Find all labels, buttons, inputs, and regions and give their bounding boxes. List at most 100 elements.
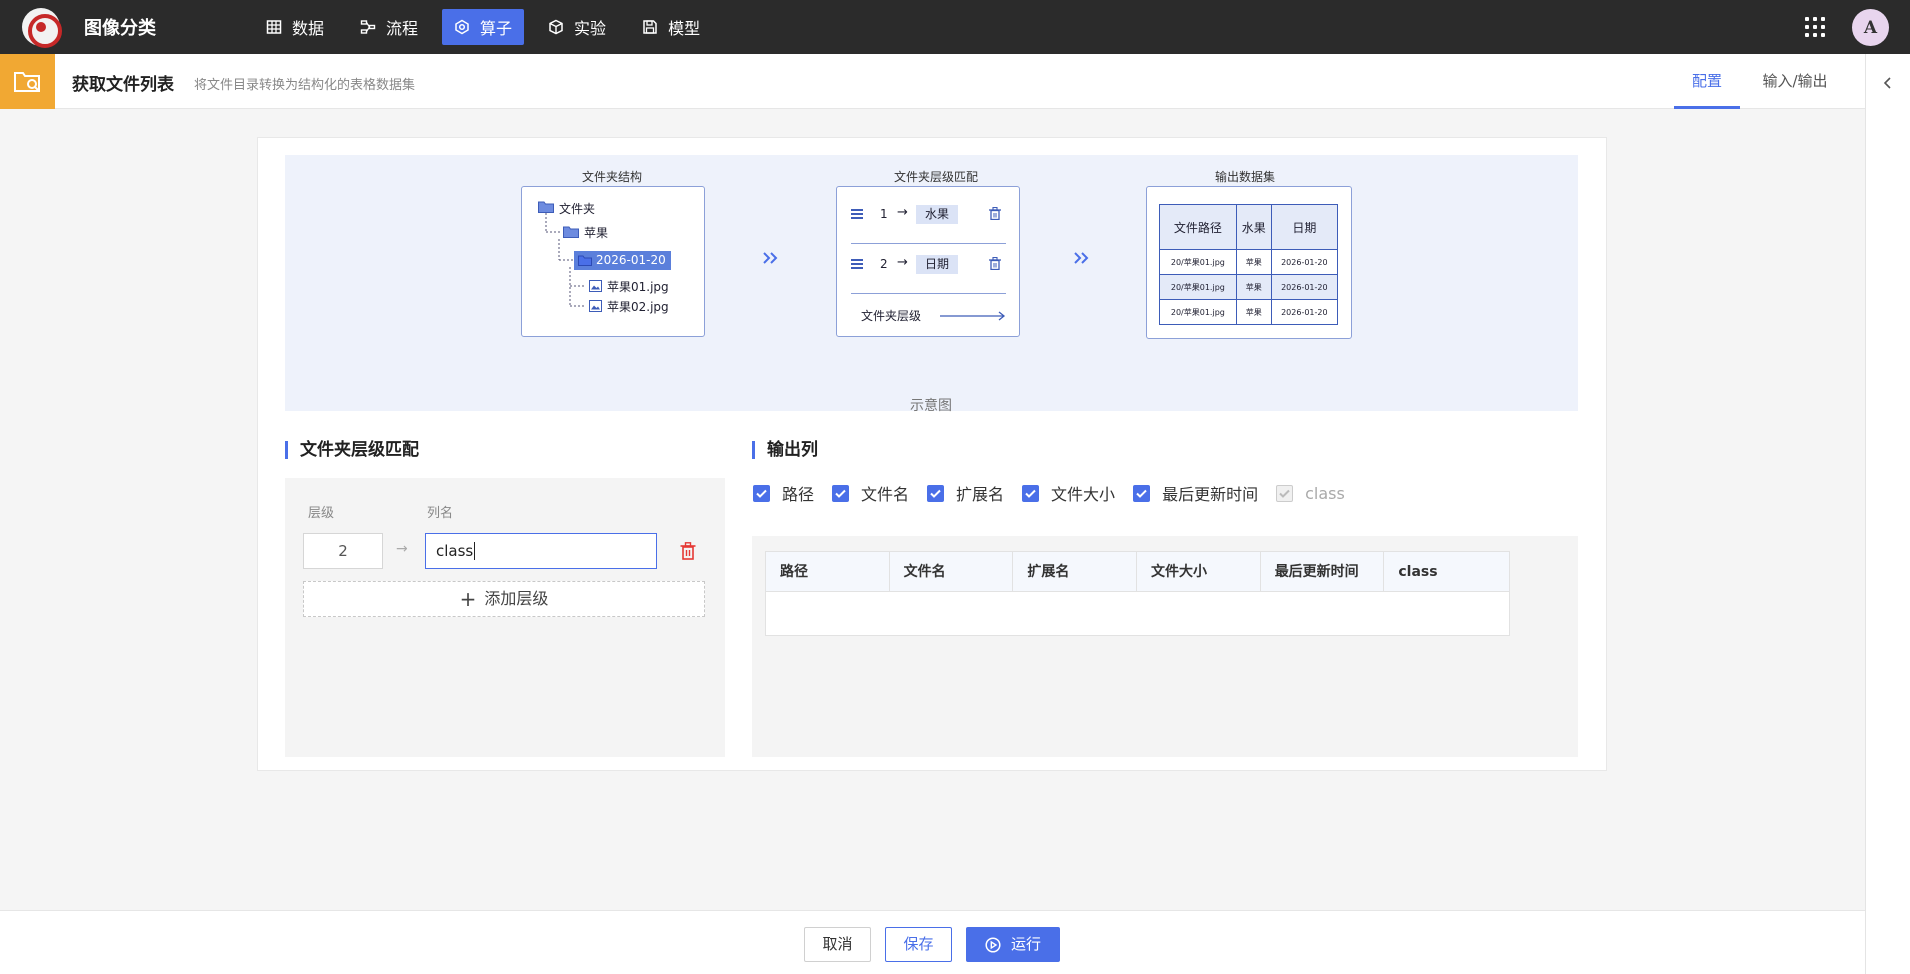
checkbox-label: 文件大小 <box>1051 485 1116 504</box>
level-panel <box>285 478 725 757</box>
plus-icon: + <box>459 587 477 611</box>
long-arrow-icon <box>940 311 1006 321</box>
image-file-icon <box>589 280 602 292</box>
avatar[interactable]: A <box>1852 9 1889 46</box>
add-level-button[interactable]: + 添加层级 <box>303 581 705 617</box>
checkbox-check-icon <box>1133 484 1151 502</box>
checkbox-filename[interactable]: 文件名 <box>832 481 909 505</box>
preview-cell: 苹果 <box>1235 274 1272 300</box>
run-button[interactable]: 运行 <box>966 927 1060 962</box>
checkbox-label: 文件名 <box>861 485 910 504</box>
preview-cell: 20/苹果01.jpg <box>1159 249 1237 275</box>
nav-item-operator[interactable]: 算子 <box>442 9 525 45</box>
apps-grid-icon[interactable] <box>1805 17 1825 37</box>
preview-cell: 2026-01-20 <box>1270 274 1339 300</box>
trash-icon <box>989 207 1001 220</box>
arrow-right-icon: → <box>897 255 908 270</box>
arrow-right-icon: → <box>897 205 908 220</box>
folder-sub-label: 苹果 <box>584 226 609 240</box>
table-header-cell: 扩展名 <box>1013 552 1138 591</box>
right-collapse-rail <box>1865 54 1910 974</box>
checkbox-label: 扩展名 <box>956 485 1005 504</box>
preview-cell: 苹果 <box>1235 249 1272 275</box>
nav-item-model[interactable]: 模型 <box>630 9 712 45</box>
checkbox-check-icon <box>1276 484 1294 502</box>
folder-icon <box>563 226 579 238</box>
page-title: 获取文件列表 <box>72 75 174 95</box>
folder-root-label: 文件夹 <box>559 202 596 216</box>
flow-icon <box>360 20 376 34</box>
illustration-caption: 示意图 <box>910 398 952 414</box>
app-logo <box>22 8 62 48</box>
nav-item-flow[interactable]: 流程 <box>348 9 430 45</box>
app-title: 图像分类 <box>84 18 156 39</box>
save-button[interactable]: 保存 <box>885 927 952 962</box>
tab-io[interactable]: 输入/输出 <box>1758 54 1832 109</box>
preview-cell: 2026-01-20 <box>1270 249 1339 275</box>
preview-cell: 20/苹果01.jpg <box>1159 299 1237 325</box>
delete-trash-icon[interactable] <box>680 542 696 560</box>
cube-icon <box>549 19 563 35</box>
preview-cell: 20/苹果01.jpg <box>1159 274 1237 300</box>
column-name-input[interactable]: class <box>425 533 657 569</box>
table-header-cell: 文件名 <box>890 552 1014 591</box>
save-icon <box>643 20 657 34</box>
level-match-box: 1 → 水果 2 → 日期 文件夹层级 <box>836 186 1020 337</box>
preview-header: 日期 <box>1270 204 1339 250</box>
tab-config[interactable]: 配置 <box>1674 54 1740 109</box>
page-header: 获取文件列表 将文件目录转换为结构化的表格数据集 配置 输入/输出 <box>0 54 1865 109</box>
preview-header: 文件路径 <box>1159 204 1237 250</box>
nav-label: 实验 <box>574 19 607 38</box>
nav-label: 算子 <box>480 19 513 38</box>
folder-search-icon <box>0 54 55 109</box>
drag-handle-icon <box>851 209 863 219</box>
nav-label: 模型 <box>668 19 701 38</box>
file-label: 苹果02.jpg <box>607 300 669 314</box>
table-header-cell: class <box>1398 564 1438 580</box>
checkbox-path[interactable]: 路径 <box>753 481 814 505</box>
checkbox-label: class <box>1305 483 1345 503</box>
config-card: 文件夹结构 文件夹 苹果 2026-01-20 苹果01.jpg 苹果02.jp… <box>257 137 1607 771</box>
folder-icon <box>578 255 592 266</box>
table-header-cell: 路径 <box>766 552 890 591</box>
checkbox-updated-time[interactable]: 最后更新时间 <box>1133 481 1258 505</box>
folder-date-highlight: 2026-01-20 <box>574 251 671 270</box>
text-cursor <box>474 542 476 560</box>
operator-icon <box>455 19 469 35</box>
add-level-label: 添加层级 <box>484 589 549 608</box>
level-name-tag: 水果 <box>916 205 958 224</box>
checkbox-check-icon <box>1022 484 1040 502</box>
level-label: 层级 <box>308 506 335 521</box>
level-number: 1 <box>880 207 888 221</box>
page-subtitle: 将文件目录转换为结构化的表格数据集 <box>194 78 416 93</box>
arrow-right-icon: → <box>396 541 408 557</box>
checkbox-label: 路径 <box>782 485 815 504</box>
output-columns-checkboxes: 路径 文件名 扩展名 文件大小 最后更新时间 class <box>753 481 1363 505</box>
checkbox-check-icon <box>832 484 850 502</box>
table-header-cell: 最后更新时间 <box>1261 552 1385 591</box>
checkbox-check-icon <box>753 484 770 502</box>
table-header-cell: 文件大小 <box>1137 552 1261 591</box>
level-input[interactable]: 2 <box>303 533 383 569</box>
column-name-value: class <box>436 542 474 560</box>
nav-label: 流程 <box>386 19 419 38</box>
divider <box>851 293 1006 294</box>
nav-item-experiment[interactable]: 实验 <box>536 9 618 45</box>
cancel-button[interactable]: 取消 <box>804 927 871 962</box>
illustration-panel: 文件夹结构 文件夹 苹果 2026-01-20 苹果01.jpg 苹果02.jp… <box>285 155 1578 414</box>
double-chevron-right-icon <box>763 252 778 264</box>
level-number: 2 <box>880 257 888 271</box>
checkbox-extension[interactable]: 扩展名 <box>927 481 1004 505</box>
output-dataset-box: 文件路径 水果 日期 20/苹果01.jpg 苹果 2026-01-20 20/… <box>1146 186 1352 339</box>
illustration-output-title: 输出数据集 <box>1215 170 1276 184</box>
folder-date-label: 2026-01-20 <box>596 253 666 267</box>
checkbox-check-icon <box>927 484 945 502</box>
preview-header: 水果 <box>1235 204 1272 250</box>
nav-item-data[interactable]: 数据 <box>254 9 336 45</box>
run-label: 运行 <box>1010 935 1041 953</box>
divider <box>851 243 1006 244</box>
chevron-left-icon[interactable] <box>1883 76 1893 90</box>
level-section-title: 文件夹层级匹配 <box>285 441 419 459</box>
play-circle-icon <box>985 936 1001 953</box>
checkbox-filesize[interactable]: 文件大小 <box>1022 481 1115 505</box>
